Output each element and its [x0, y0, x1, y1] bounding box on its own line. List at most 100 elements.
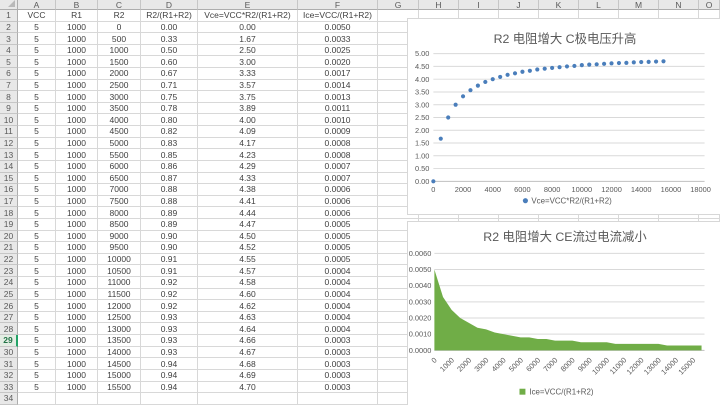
cell-A18[interactable]: 5	[18, 207, 56, 219]
row-header-6[interactable]: 6	[0, 68, 18, 80]
cell-E24[interactable]: 4.58	[198, 277, 298, 289]
chart-ice-area[interactable]: R2 电阻增大 CE流过电流减小0.00000.00100.00200.0030…	[407, 221, 720, 405]
column-header-H[interactable]: H	[419, 0, 459, 10]
cell-E29[interactable]: 4.66	[198, 335, 298, 347]
cell-C17[interactable]: 7500	[98, 196, 141, 208]
cell-C12[interactable]: 5000	[98, 138, 141, 150]
cell-A4[interactable]: 5	[18, 45, 56, 57]
cell-B31[interactable]: 1000	[56, 358, 98, 370]
cell-B25[interactable]: 1000	[56, 289, 98, 301]
cell-F12[interactable]: 0.0008	[298, 138, 378, 150]
cell-D8[interactable]: 0.75	[141, 91, 198, 103]
row-header-17[interactable]: 17	[0, 196, 18, 208]
cell-F6[interactable]: 0.0017	[298, 68, 378, 80]
cell-F16[interactable]: 0.0006	[298, 184, 378, 196]
cell-F5[interactable]: 0.0020	[298, 56, 378, 68]
cell-E13[interactable]: 4.23	[198, 149, 298, 161]
cell-E30[interactable]: 4.67	[198, 347, 298, 359]
cell-B26[interactable]: 1000	[56, 300, 98, 312]
cell-F7[interactable]: 0.0014	[298, 80, 378, 92]
row-header-5[interactable]: 5	[0, 56, 18, 68]
cell-D12[interactable]: 0.83	[141, 138, 198, 150]
cell-B18[interactable]: 1000	[56, 207, 98, 219]
cell-E31[interactable]: 4.68	[198, 358, 298, 370]
cell-F28[interactable]: 0.0004	[298, 323, 378, 335]
cell-A31[interactable]: 5	[18, 358, 56, 370]
column-header-N[interactable]: N	[659, 0, 699, 10]
column-header-M[interactable]: M	[619, 0, 659, 10]
cell-A22[interactable]: 5	[18, 254, 56, 266]
row-header-22[interactable]: 22	[0, 254, 18, 266]
cell-D28[interactable]: 0.93	[141, 323, 198, 335]
cell-E14[interactable]: 4.29	[198, 161, 298, 173]
row-header-32[interactable]: 32	[0, 370, 18, 382]
cell-B14[interactable]: 1000	[56, 161, 98, 173]
cell-C29[interactable]: 13500	[98, 335, 141, 347]
cell-C32[interactable]: 15000	[98, 370, 141, 382]
cell-F13[interactable]: 0.0008	[298, 149, 378, 161]
cell-A3[interactable]: 5	[18, 33, 56, 45]
cell-A30[interactable]: 5	[18, 347, 56, 359]
row-header-19[interactable]: 19	[0, 219, 18, 231]
cell-B24[interactable]: 1000	[56, 277, 98, 289]
cell-F29[interactable]: 0.0003	[298, 335, 378, 347]
cell-D34[interactable]	[141, 393, 198, 405]
legend[interactable]: Ice=VCC/(R1+R2)	[519, 388, 593, 397]
cell-E17[interactable]: 4.41	[198, 196, 298, 208]
cell-F25[interactable]: 0.0004	[298, 289, 378, 301]
cell-F22[interactable]: 0.0005	[298, 254, 378, 266]
cell-F8[interactable]: 0.0013	[298, 91, 378, 103]
cell-A27[interactable]: 5	[18, 312, 56, 324]
cell-A20[interactable]: 5	[18, 231, 56, 243]
row-header-14[interactable]: 14	[0, 161, 18, 173]
cell-C6[interactable]: 2000	[98, 68, 141, 80]
cell-C7[interactable]: 2500	[98, 80, 141, 92]
cell-F10[interactable]: 0.0010	[298, 114, 378, 126]
cell-D3[interactable]: 0.33	[141, 33, 198, 45]
cell-A7[interactable]: 5	[18, 80, 56, 92]
column-header-K[interactable]: K	[539, 0, 579, 10]
cell-A32[interactable]: 5	[18, 370, 56, 382]
row-header-3[interactable]: 3	[0, 33, 18, 45]
cell-E26[interactable]: 4.62	[198, 300, 298, 312]
cell-C24[interactable]: 11000	[98, 277, 141, 289]
cell-C33[interactable]: 15500	[98, 382, 141, 394]
cell-A9[interactable]: 5	[18, 103, 56, 115]
cell-B30[interactable]: 1000	[56, 347, 98, 359]
cell-E1[interactable]: Vce=VCC*R2/(R1+R2)	[198, 10, 298, 22]
cell-A25[interactable]: 5	[18, 289, 56, 301]
cell-D5[interactable]: 0.60	[141, 56, 198, 68]
cell-A14[interactable]: 5	[18, 161, 56, 173]
row-header-23[interactable]: 23	[0, 265, 18, 277]
legend[interactable]: Vce=VCC*R2/(R1+R2)	[523, 197, 612, 206]
cell-D19[interactable]: 0.89	[141, 219, 198, 231]
cell-F23[interactable]: 0.0004	[298, 265, 378, 277]
cell-F30[interactable]: 0.0003	[298, 347, 378, 359]
cell-D13[interactable]: 0.85	[141, 149, 198, 161]
cell-F4[interactable]: 0.0025	[298, 45, 378, 57]
cell-B7[interactable]: 1000	[56, 80, 98, 92]
cell-F15[interactable]: 0.0007	[298, 173, 378, 185]
cell-E10[interactable]: 4.00	[198, 114, 298, 126]
cell-D33[interactable]: 0.94	[141, 382, 198, 394]
row-header-18[interactable]: 18	[0, 207, 18, 219]
row-header-29[interactable]: 29	[0, 335, 18, 347]
cell-D4[interactable]: 0.50	[141, 45, 198, 57]
cell-E2[interactable]: 0.00	[198, 22, 298, 34]
cell-B4[interactable]: 1000	[56, 45, 98, 57]
cell-E8[interactable]: 3.75	[198, 91, 298, 103]
row-header-8[interactable]: 8	[0, 91, 18, 103]
cell-E16[interactable]: 4.38	[198, 184, 298, 196]
cell-C34[interactable]	[98, 393, 141, 405]
cell-D22[interactable]: 0.91	[141, 254, 198, 266]
cell-C18[interactable]: 8000	[98, 207, 141, 219]
cell-E3[interactable]: 1.67	[198, 33, 298, 45]
cell-E27[interactable]: 4.63	[198, 312, 298, 324]
cell-B23[interactable]: 1000	[56, 265, 98, 277]
cell-A13[interactable]: 5	[18, 149, 56, 161]
cell-E5[interactable]: 3.00	[198, 56, 298, 68]
cell-B27[interactable]: 1000	[56, 312, 98, 324]
cell-A12[interactable]: 5	[18, 138, 56, 150]
cell-F17[interactable]: 0.0006	[298, 196, 378, 208]
cell-F26[interactable]: 0.0004	[298, 300, 378, 312]
